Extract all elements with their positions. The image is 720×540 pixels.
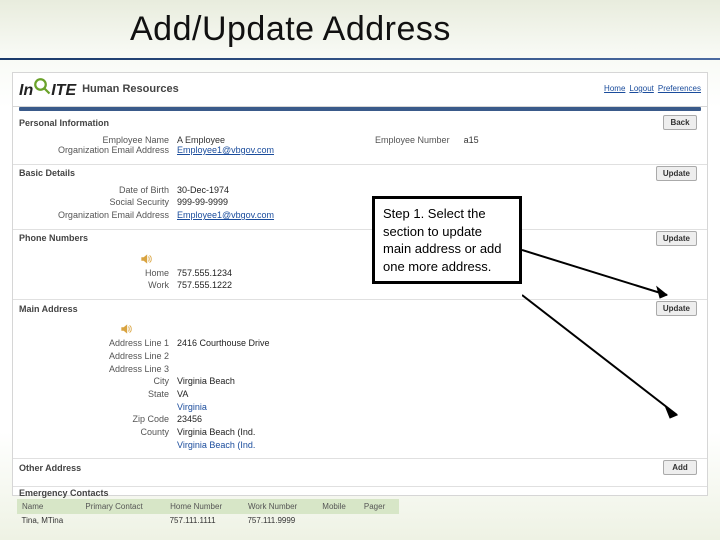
page-title: Personal Information <box>19 118 109 128</box>
logo-wrap: In ITE Human Resources <box>19 77 179 100</box>
label-zip: Zip Code <box>19 414 169 426</box>
cell-mobile <box>318 514 360 528</box>
logo: In ITE <box>19 77 76 100</box>
label-addr3: Address Line 3 <box>19 364 169 376</box>
cell-primary <box>81 514 166 528</box>
section-title-basic: Basic Details <box>19 168 75 178</box>
section-title-emergency: Emergency Contacts <box>19 488 109 498</box>
col-primary: Primary Contact <box>81 500 166 514</box>
value-basic-email[interactable]: Employee1@vbgov.com <box>177 210 274 220</box>
value-state-2: Virginia <box>177 402 207 414</box>
app-header: In ITE Human Resources Home Logout Prefe… <box>13 73 707 107</box>
value-city: Virginia Beach <box>177 376 235 388</box>
update-basic-button[interactable]: Update <box>656 166 697 181</box>
cell-pager <box>359 514 398 528</box>
label-addr2: Address Line 2 <box>19 351 169 363</box>
magnifier-icon <box>33 77 51 95</box>
arrow-to-add <box>522 290 692 430</box>
label-basic-email: Organization Email Address <box>19 210 169 222</box>
col-mobile: Mobile <box>318 500 360 514</box>
slide-title: Add/Update Address <box>0 0 720 55</box>
cell-name: Tina, MTina <box>18 514 81 528</box>
nav-logout[interactable]: Logout <box>629 84 653 93</box>
label-dob: Date of Birth <box>19 185 169 197</box>
value-ssn: 999-99-9999 <box>177 197 228 209</box>
label-org-email: Organization Email Address <box>19 145 169 157</box>
value-emp-number: a15 <box>464 135 479 145</box>
back-button[interactable]: Back <box>663 115 697 130</box>
value-work-phone: 757.555.1222 <box>177 280 232 292</box>
section-other-address: Other Address Add <box>13 458 707 476</box>
speaker-icon <box>139 252 153 266</box>
callout-step1: Step 1. Select the section to update mai… <box>372 196 522 284</box>
label-emp-number: Employee Number <box>375 135 450 145</box>
label-emp-name: Employee Name <box>19 135 169 145</box>
value-addr1: 2416 Courthouse Drive <box>177 338 270 350</box>
value-home-phone: 757.555.1234 <box>177 268 232 280</box>
emergency-contacts-table: Name Primary Contact Home Number Work Nu… <box>17 499 399 527</box>
value-county-2: Virginia Beach (Ind. <box>177 440 255 452</box>
value-county: Virginia Beach (Ind. <box>177 427 255 439</box>
value-emp-name: A Employee <box>177 135 225 145</box>
add-other-addr-button[interactable]: Add <box>663 460 697 475</box>
speaker-icon <box>119 322 133 336</box>
title-rule <box>0 58 720 60</box>
col-home: Home Number <box>166 500 244 514</box>
cell-home: 757.111.1111 <box>166 514 244 528</box>
label-home-phone: Home <box>19 268 169 280</box>
section-basic-details: Basic Details Update <box>13 164 707 182</box>
label-addr1: Address Line 1 <box>19 338 169 350</box>
nav-home[interactable]: Home <box>604 84 625 93</box>
value-dob: 30-Dec-1974 <box>177 185 229 197</box>
section-emergency: Emergency Contacts <box>13 486 707 499</box>
value-state: VA <box>177 389 188 401</box>
value-zip: 23456 <box>177 414 202 426</box>
section-title-main-addr: Main Address <box>19 304 78 314</box>
page-header: Personal Information Back <box>13 113 707 132</box>
table-row: Tina, MTina 757.111.1111 757.111.9999 <box>18 514 399 528</box>
table-header-row: Name Primary Contact Home Number Work Nu… <box>18 500 399 514</box>
cell-work: 757.111.9999 <box>243 514 317 528</box>
nav-preferences[interactable]: Preferences <box>658 84 701 93</box>
label-state: State <box>19 389 169 401</box>
value-org-email[interactable]: Employee1@vbgov.com <box>177 145 274 155</box>
label-work-phone: Work <box>19 280 169 292</box>
label-county: County <box>19 427 169 439</box>
col-name: Name <box>18 500 81 514</box>
header-divider <box>19 107 701 111</box>
identity-block: Employee Name A Employee Employee Number a… <box>13 132 707 162</box>
label-ssn: Social Security <box>19 197 169 209</box>
section-title-phone: Phone Numbers <box>19 233 88 243</box>
app-name: Human Resources <box>82 83 179 95</box>
section-title-other-addr: Other Address <box>19 463 81 473</box>
breadcrumb: Home Logout Preferences <box>604 84 701 93</box>
label-city: City <box>19 376 169 388</box>
col-work: Work Number <box>243 500 317 514</box>
col-pager: Pager <box>359 500 398 514</box>
